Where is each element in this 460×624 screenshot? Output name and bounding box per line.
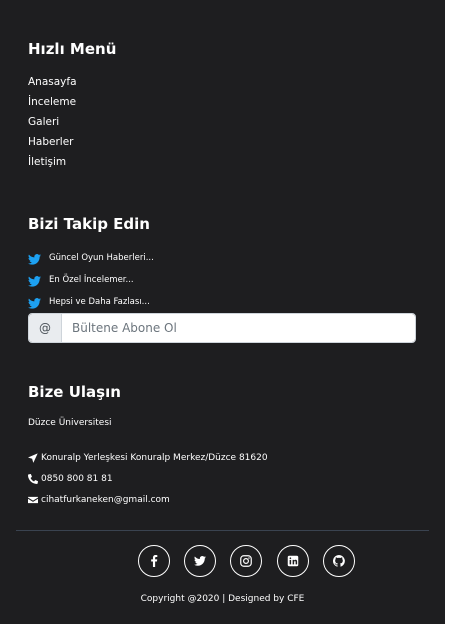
university-text: Düzce Üniversitesi bbox=[28, 418, 112, 428]
follow-item-label: Güncel Oyun Haberleri... bbox=[49, 253, 154, 263]
envelope-icon bbox=[28, 496, 38, 504]
contact-email: cihatfurkaneken@gmail.com bbox=[28, 495, 170, 505]
follow-item[interactable]: En Özel İncelemer... bbox=[28, 273, 134, 287]
contact-title: Bize Ulaşın bbox=[28, 383, 121, 401]
contact-university: Düzce Üniversitesi bbox=[28, 418, 112, 428]
site-footer: Hızlı Menü Anasayfa İnceleme Galeri Habe… bbox=[0, 0, 445, 624]
twitter-button[interactable] bbox=[184, 545, 216, 577]
linkedin-icon bbox=[287, 555, 299, 567]
follow-item[interactable]: Hepsi ve Daha Fazlası... bbox=[28, 295, 150, 309]
twitter-icon bbox=[28, 298, 41, 309]
instagram-icon bbox=[240, 555, 252, 567]
menu-link-anasayfa[interactable]: Anasayfa bbox=[28, 76, 77, 88]
twitter-icon bbox=[28, 254, 41, 265]
phone-text: 0850 800 81 81 bbox=[41, 474, 113, 484]
github-icon bbox=[333, 555, 345, 567]
menu-link-iletisim[interactable]: İletişim bbox=[28, 156, 66, 168]
follow-title: Bizi Takip Edin bbox=[28, 215, 150, 233]
address-text: Konuralp Yerleşkesi Konuralp Merkez/Düzc… bbox=[41, 453, 268, 463]
contact-address: Konuralp Yerleşkesi Konuralp Merkez/Düzc… bbox=[28, 453, 268, 463]
facebook-icon bbox=[151, 555, 158, 567]
location-arrow-icon bbox=[28, 453, 38, 463]
follow-item[interactable]: Güncel Oyun Haberleri... bbox=[28, 251, 154, 265]
quick-menu-title: Hızlı Menü bbox=[28, 40, 117, 58]
contact-phone: 0850 800 81 81 bbox=[28, 474, 113, 484]
follow-item-label: Hepsi ve Daha Fazlası... bbox=[49, 297, 150, 307]
linkedin-button[interactable] bbox=[277, 545, 309, 577]
instagram-button[interactable] bbox=[230, 545, 262, 577]
github-button[interactable] bbox=[323, 545, 355, 577]
copyright-text: Copyright @2020 | Designed by CFE bbox=[140, 594, 305, 604]
facebook-button[interactable] bbox=[138, 545, 170, 577]
email-text: cihatfurkaneken@gmail.com bbox=[41, 495, 170, 505]
follow-item-label: En Özel İncelemer... bbox=[49, 275, 134, 285]
menu-link-haberler[interactable]: Haberler bbox=[28, 136, 73, 148]
menu-link-inceleme[interactable]: İnceleme bbox=[28, 96, 76, 108]
twitter-icon bbox=[194, 555, 206, 566]
twitter-icon bbox=[28, 276, 41, 287]
at-sign-prefix: @ bbox=[29, 314, 62, 342]
menu-link-galeri[interactable]: Galeri bbox=[28, 116, 59, 128]
newsletter-form: @ bbox=[28, 313, 416, 343]
footer-divider bbox=[16, 530, 429, 531]
newsletter-email-input[interactable] bbox=[62, 314, 415, 342]
phone-icon bbox=[28, 474, 38, 484]
